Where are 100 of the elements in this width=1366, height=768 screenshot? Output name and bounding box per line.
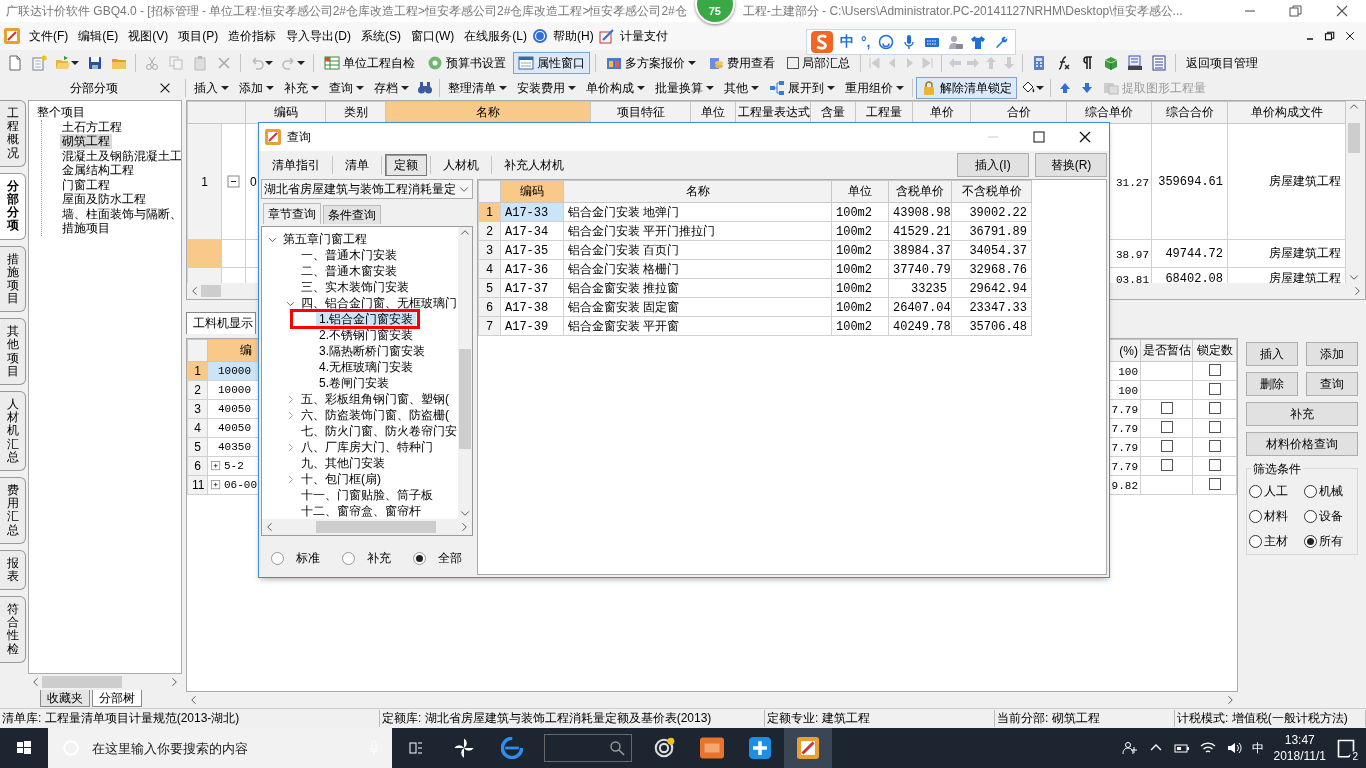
toolbar-button[interactable]: 插入	[189, 77, 234, 99]
scrollbar-thumb[interactable]	[459, 349, 471, 449]
radio-option[interactable]: 设备	[1304, 508, 1355, 525]
toolbar-button[interactable]: 查询	[324, 77, 369, 99]
checkbox[interactable]	[1208, 401, 1221, 414]
menu-item[interactable]: 文件(F)	[24, 25, 74, 47]
checkbox[interactable]: 局部汇总	[782, 52, 855, 74]
tree-item[interactable]: 屋面及防水工程	[60, 192, 148, 207]
tree-item[interactable]: 墙、柱面装饰与隔断、	[60, 206, 181, 221]
menu-item[interactable]: 项目(P)	[173, 25, 224, 47]
checkbox[interactable]	[1208, 382, 1221, 395]
column-header[interactable]: 含税单价	[888, 180, 952, 203]
replace-button[interactable]: 替换(R)	[1035, 153, 1107, 177]
side-tab[interactable]: 工程概况	[0, 100, 26, 167]
people-icon[interactable]	[1121, 740, 1138, 756]
menu-item[interactable]: 视图(V)	[123, 25, 174, 47]
close-icon[interactable]	[158, 81, 172, 95]
user-icon[interactable]	[946, 34, 963, 50]
tree-item[interactable]: 十一、门窗贴脸、筒子板	[298, 487, 436, 503]
radio-option[interactable]: 补充	[342, 550, 391, 567]
tab[interactable]: 章节查询	[263, 203, 321, 224]
menu-item[interactable]: 编辑(E)	[73, 25, 124, 47]
side-tab[interactable]: 措施项目	[0, 245, 26, 313]
tree-item[interactable]: 十、包门框(扇)	[298, 471, 384, 487]
library-dropdown[interactable]: 湖北省房屋建筑与装饰工程消耗量定	[261, 179, 473, 199]
menu-item[interactable]: 造价指标	[223, 25, 282, 47]
tree-item[interactable]: 九、其他门安装	[298, 455, 388, 471]
tree-item[interactable]: 4.无框玻璃门安装	[316, 359, 416, 375]
menu-item[interactable]: 计量支付	[614, 25, 673, 47]
menu-item[interactable]: 在线服务(L)	[459, 25, 532, 47]
checkbox[interactable]	[1208, 477, 1221, 490]
tree-item[interactable]: 六、防盗装饰门窗、防盗栅(	[298, 407, 452, 423]
tree-item[interactable]: 八、厂库房大门、特种门	[298, 439, 436, 455]
tree-item[interactable]: 二、普通木窗安装	[298, 263, 400, 279]
tree-item[interactable]: 第五章门窗工程	[280, 231, 370, 247]
ime-indicator[interactable]: 中	[1251, 739, 1264, 757]
close-icon[interactable]	[1344, 30, 1356, 42]
tree-item[interactable]: 四、铝合金门窗、无框玻璃门	[298, 295, 458, 311]
column-header[interactable]: 编码	[500, 180, 564, 203]
column-header[interactable]: 名称	[385, 101, 591, 124]
tree-item[interactable]: 金属结构工程	[60, 163, 136, 178]
clock[interactable]: 13:47 2018/11/1	[1273, 733, 1326, 763]
tree-item[interactable]: 2.不锈钢门窗安装	[316, 327, 416, 343]
column-header[interactable]: 单价构成文件	[1227, 101, 1346, 124]
toolbar-button[interactable]: 补充	[279, 77, 324, 99]
side-tab[interactable]: 其他项目	[0, 318, 26, 385]
insert-button[interactable]: 插入(I)	[957, 153, 1029, 177]
toolbar-button[interactable]: 存档	[369, 77, 414, 99]
toolbar-button[interactable]: 单位工程自检	[319, 52, 420, 74]
radio-option[interactable]: 标准	[271, 550, 320, 567]
tab[interactable]: 补充人材机	[495, 154, 573, 176]
menu-item[interactable]: 帮助(H)	[548, 25, 599, 47]
radio-option[interactable]: 全部	[413, 550, 462, 567]
tab[interactable]: 清单	[336, 154, 378, 176]
checkbox[interactable]	[1208, 420, 1221, 433]
column-header[interactable]: 合价	[970, 101, 1067, 124]
column-header[interactable]: 编码	[245, 101, 326, 124]
toolbar-button[interactable]: 其他	[719, 77, 764, 99]
side-tab[interactable]: 分部分项	[0, 172, 26, 240]
checkbox[interactable]	[1160, 401, 1173, 414]
restore-icon[interactable]	[1324, 30, 1336, 42]
toolbar-button[interactable]: 批量换算	[650, 77, 719, 99]
panel-button[interactable]: 查询	[1306, 372, 1358, 396]
checkbox[interactable]	[1208, 439, 1221, 452]
tab[interactable]: 人材机	[434, 154, 488, 176]
volume-icon[interactable]	[1225, 740, 1242, 756]
toolbar-button[interactable]: 安装费用	[512, 77, 581, 99]
scrollbar-thumb[interactable]	[201, 285, 221, 297]
column-header[interactable]: 综合合价	[1151, 101, 1228, 124]
checkbox[interactable]	[1160, 420, 1173, 433]
tree-item[interactable]: 砌筑工程	[60, 134, 112, 149]
scrollbar-thumb[interactable]	[316, 521, 436, 533]
toolbar-button[interactable]: 费用查看	[703, 52, 780, 74]
toolbar-button[interactable]: 属性窗口	[513, 52, 590, 74]
panel-button[interactable]: 材料价格查询	[1246, 432, 1358, 456]
toolbar-button[interactable]: 重用组价	[840, 77, 909, 99]
column-header[interactable]: 不含税单价	[951, 180, 1032, 203]
tree-item[interactable]: 措施项目	[60, 221, 112, 236]
column-header[interactable]: 含量	[810, 101, 856, 124]
close-icon[interactable]	[1334, 3, 1350, 19]
checkbox[interactable]	[1208, 363, 1221, 376]
expand-icon[interactable]	[210, 479, 222, 491]
scrollbar-thumb[interactable]	[1348, 123, 1360, 153]
search-box[interactable]: 在这里输入你要搜索的内容	[48, 728, 392, 768]
tree-item[interactable]: 5.卷闸门安装	[316, 375, 392, 391]
menu-item[interactable]: 窗口(W)	[406, 25, 460, 47]
radio-option[interactable]: 所有	[1304, 533, 1355, 550]
panel-button[interactable]: 添加	[1306, 342, 1358, 366]
tree-item[interactable]: 土石方工程	[60, 119, 124, 134]
search-field[interactable]: 在这里输入你要搜索的内容	[90, 739, 356, 757]
column-header[interactable]: 是否暂估	[1140, 339, 1193, 362]
tree-item[interactable]: 七、防火门窗、防火卷帘门安	[298, 423, 458, 439]
tree-item[interactable]: 3.隔热断桥门窗安装	[316, 343, 428, 359]
panel-button[interactable]: 删除	[1246, 372, 1298, 396]
shirt-icon[interactable]	[969, 34, 986, 50]
side-tab[interactable]: 人材机汇总	[0, 391, 26, 471]
tab[interactable]: 定额	[385, 154, 427, 176]
column-header[interactable]: 锁定数	[1192, 339, 1237, 362]
tree-item[interactable]: 混凝土及钢筋混凝土工	[60, 148, 181, 163]
ime-mode[interactable]: 中	[840, 33, 854, 51]
